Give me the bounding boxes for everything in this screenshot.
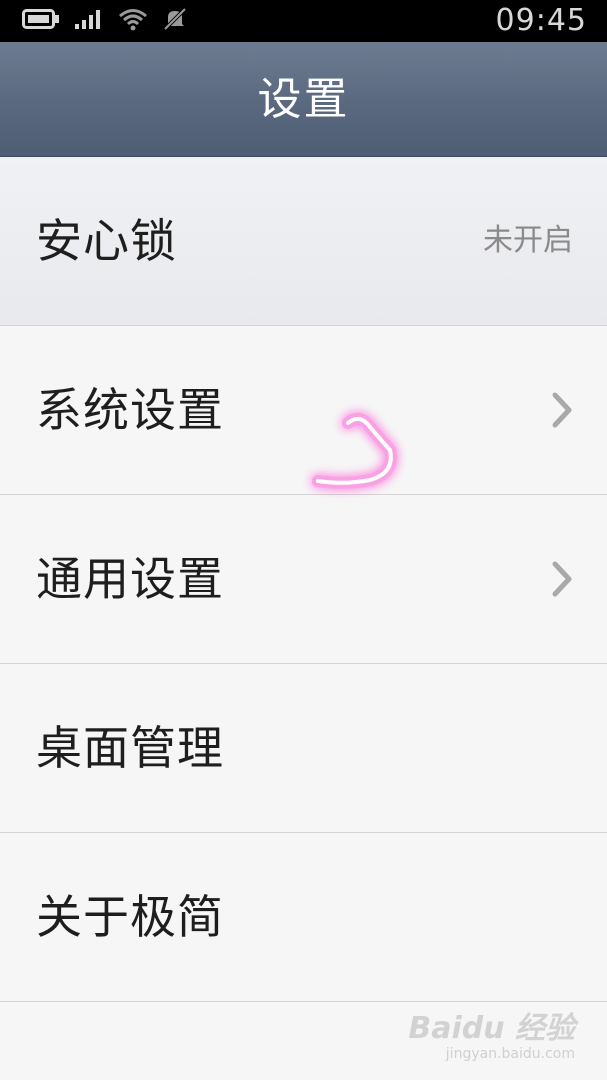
settings-item-system[interactable]: 系统设置 xyxy=(0,326,607,495)
chevron-right-icon xyxy=(547,390,577,430)
settings-list: 安心锁 未开启 系统设置 通用设置 桌面管理 关于极简 xyxy=(0,157,607,1002)
settings-item-desktop[interactable]: 桌面管理 xyxy=(0,664,607,833)
status-time: 09:45 xyxy=(495,3,587,38)
settings-item-label: 关于极简 xyxy=(36,890,224,944)
status-value: 未开启 xyxy=(483,223,573,258)
settings-item-label: 安心锁 xyxy=(36,214,177,268)
notification-muted-icon xyxy=(162,7,188,35)
settings-item-label: 系统设置 xyxy=(36,383,224,437)
settings-item-label: 通用设置 xyxy=(36,552,224,606)
status-bar: 09:45 xyxy=(0,0,607,42)
settings-item-about[interactable]: 关于极简 xyxy=(0,833,607,1002)
chevron-right-icon xyxy=(547,559,577,599)
signal-icon xyxy=(74,8,104,34)
title-bar: 设置 xyxy=(0,42,607,157)
status-icons xyxy=(22,7,188,35)
settings-item-label: 桌面管理 xyxy=(36,721,224,775)
settings-item-general[interactable]: 通用设置 xyxy=(0,495,607,664)
wifi-icon xyxy=(118,7,148,35)
watermark: Baidu 经验 jingyan.baidu.com xyxy=(408,1011,575,1063)
watermark-logo: Baidu 经验 xyxy=(408,1011,575,1046)
battery-icon xyxy=(22,8,60,34)
watermark-url: jingyan.baidu.com xyxy=(445,1046,575,1062)
page-title: 设置 xyxy=(257,74,350,125)
settings-item-security-lock[interactable]: 安心锁 未开启 xyxy=(0,157,607,326)
